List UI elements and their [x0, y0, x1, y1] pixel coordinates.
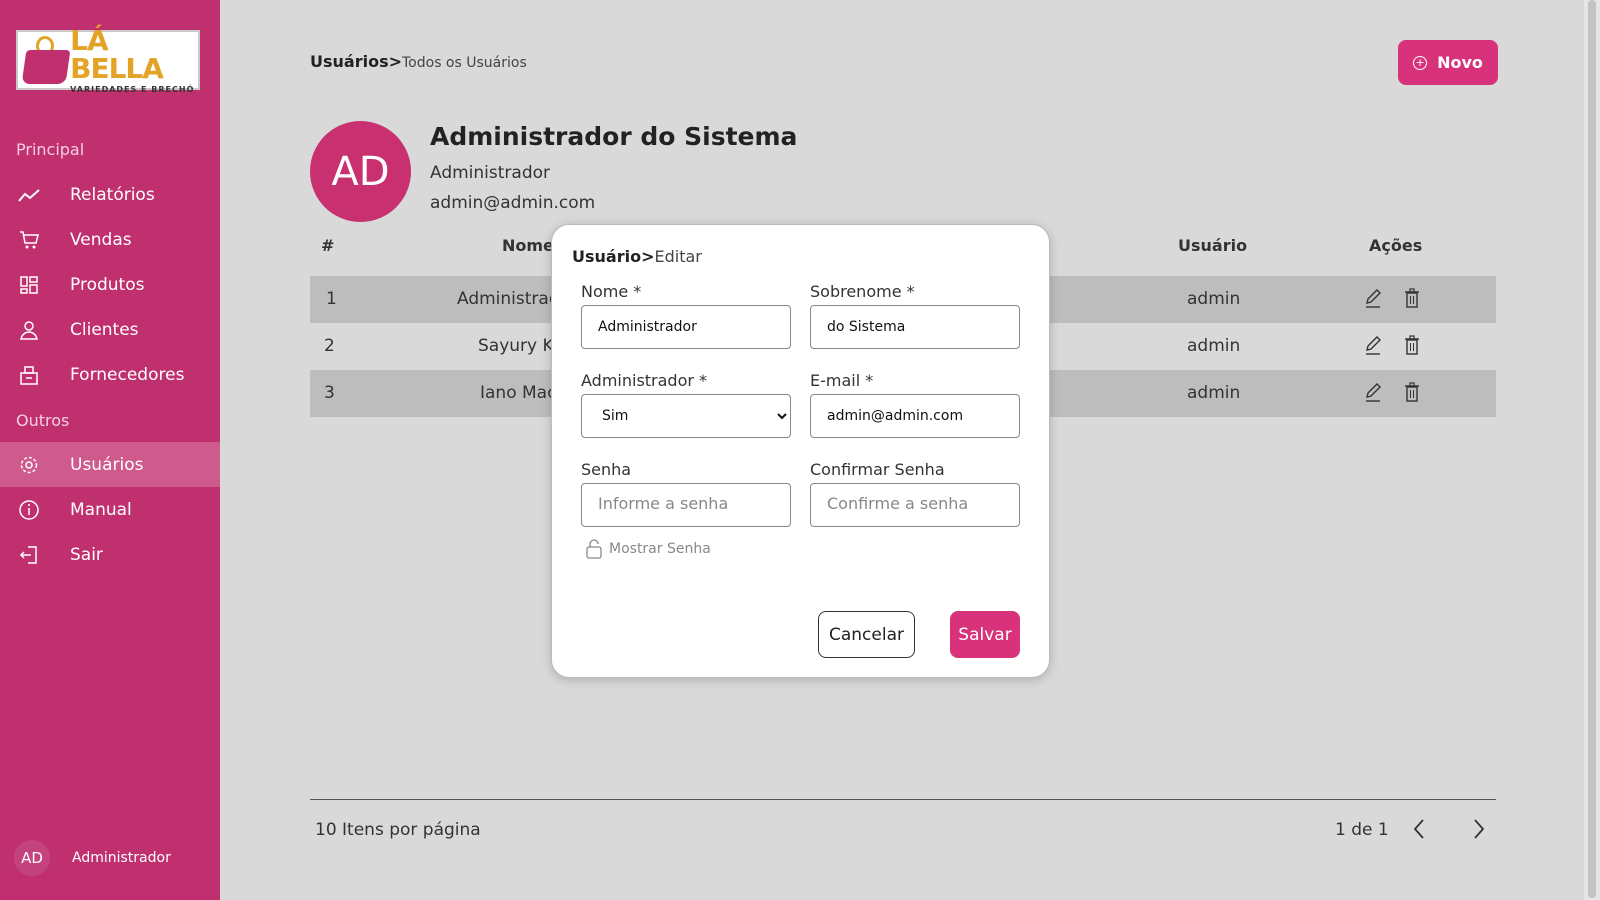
shopping-bag-logo-icon	[21, 34, 71, 86]
sobrenome-field[interactable]	[810, 305, 1020, 349]
administrador-label: Administrador *	[581, 371, 708, 390]
sidebar-item-label: Relatórios	[70, 184, 155, 205]
nome-label: Nome *	[581, 282, 642, 301]
sidebar-user-name: Administrador	[72, 850, 171, 866]
items-per-page[interactable]: 10 Itens por página	[315, 820, 481, 840]
nome-field[interactable]	[581, 305, 791, 349]
section-principal: Principal	[16, 140, 85, 159]
save-button[interactable]: Salvar	[950, 611, 1020, 658]
products-grid-icon	[16, 272, 42, 298]
gear-icon	[16, 452, 42, 478]
sidebar-item-fornecedores[interactable]: Fornecedores	[0, 352, 220, 397]
column-header-usuario: Usuário	[1178, 236, 1248, 255]
trash-icon[interactable]	[1402, 287, 1422, 309]
section-outros: Outros	[16, 411, 70, 430]
logout-icon	[16, 542, 42, 568]
logo-tagline: VARIEDADES E BRECHÓ	[70, 84, 195, 94]
senha-label: Senha	[581, 460, 632, 479]
breadcrumb-root[interactable]: Usuários>	[310, 52, 402, 71]
chevron-left-icon[interactable]	[1408, 815, 1430, 843]
row-id: 3	[324, 383, 335, 403]
row-name: Administrac	[457, 289, 559, 309]
profile-role: Administrador	[430, 163, 551, 183]
sidebar-item-label: Sair	[70, 544, 103, 565]
edit-icon[interactable]	[1363, 334, 1383, 356]
confirm-password-field[interactable]	[810, 483, 1020, 527]
person-icon	[16, 317, 42, 343]
sidebar-item-label: Usuários	[70, 454, 144, 475]
sidebar-item-manual[interactable]: Manual	[0, 487, 220, 532]
sidebar: LÁ BELLA VARIEDADES E BRECHÓ Principal R…	[0, 0, 220, 900]
sidebar-item-vendas[interactable]: Vendas	[0, 217, 220, 262]
scrollbar[interactable]	[1584, 0, 1600, 900]
sidebar-user[interactable]: AD Administrador	[14, 840, 171, 876]
column-header-nome: Nome	[502, 236, 554, 255]
sobrenome-label: Sobrenome *	[810, 282, 915, 301]
sidebar-item-produtos[interactable]: Produtos	[0, 262, 220, 307]
avatar: AD	[14, 840, 50, 876]
sidebar-item-label: Vendas	[70, 229, 132, 250]
new-user-button[interactable]: + Novo	[1398, 40, 1498, 85]
sidebar-item-label: Manual	[70, 499, 132, 520]
sidebar-item-label: Produtos	[70, 274, 145, 295]
row-user: admin	[1187, 289, 1241, 309]
modal-title-action: Editar	[654, 247, 702, 266]
show-password-label: Mostrar Senha	[609, 541, 711, 557]
edit-icon[interactable]	[1363, 381, 1383, 403]
scrollbar-thumb[interactable]	[1588, 0, 1596, 898]
sidebar-item-label: Fornecedores	[70, 364, 185, 385]
edit-user-modal: Usuário>Editar Nome * Sobrenome * Admini…	[551, 224, 1050, 678]
sidebar-item-sair[interactable]: Sair	[0, 532, 220, 577]
row-name: Iano Mac	[480, 383, 557, 403]
row-user: admin	[1187, 383, 1241, 403]
row-id: 2	[324, 336, 335, 356]
sidebar-item-relatorios[interactable]: Relatórios	[0, 172, 220, 217]
trash-icon[interactable]	[1402, 334, 1422, 356]
lock-icon	[586, 539, 602, 559]
modal-title: Usuário>Editar	[572, 247, 702, 266]
logo-brand: LÁ BELLA	[70, 23, 164, 85]
supplier-building-icon	[16, 362, 42, 388]
pagination-divider	[310, 799, 1496, 800]
plus-circle-icon: +	[1413, 55, 1428, 70]
column-header-acoes: Ações	[1369, 236, 1423, 255]
info-icon	[16, 497, 42, 523]
page-indicator: 1 de 1	[1335, 820, 1389, 840]
chart-line-icon	[16, 182, 42, 208]
profile-name: Administrador do Sistema	[430, 122, 798, 151]
confirmar-senha-label: Confirmar Senha	[810, 460, 945, 479]
profile-email: admin@admin.com	[430, 193, 596, 213]
password-field[interactable]	[581, 483, 791, 527]
profile-avatar: AD	[310, 121, 411, 222]
administrador-select[interactable]: Sim	[581, 394, 791, 438]
new-button-label: Novo	[1437, 53, 1483, 72]
sidebar-item-label: Clientes	[70, 319, 139, 340]
email-field[interactable]	[810, 394, 1020, 438]
cancel-button[interactable]: Cancelar	[818, 611, 915, 658]
breadcrumb: Usuários>Todos os Usuários	[310, 52, 527, 71]
email-label: E-mail *	[810, 371, 874, 390]
trash-icon[interactable]	[1402, 381, 1422, 403]
breadcrumb-current: Todos os Usuários	[402, 55, 527, 71]
edit-icon[interactable]	[1363, 287, 1383, 309]
row-id: 1	[326, 289, 337, 309]
logo[interactable]: LÁ BELLA VARIEDADES E BRECHÓ	[16, 23, 200, 94]
modal-title-root: Usuário>	[572, 247, 655, 266]
cart-icon	[16, 227, 42, 253]
row-user: admin	[1187, 336, 1241, 356]
sidebar-item-usuarios[interactable]: Usuários	[0, 442, 220, 487]
column-header-id: #	[321, 236, 335, 255]
show-password-toggle[interactable]: Mostrar Senha	[585, 538, 711, 560]
chevron-right-icon[interactable]	[1468, 815, 1490, 843]
sidebar-item-clientes[interactable]: Clientes	[0, 307, 220, 352]
